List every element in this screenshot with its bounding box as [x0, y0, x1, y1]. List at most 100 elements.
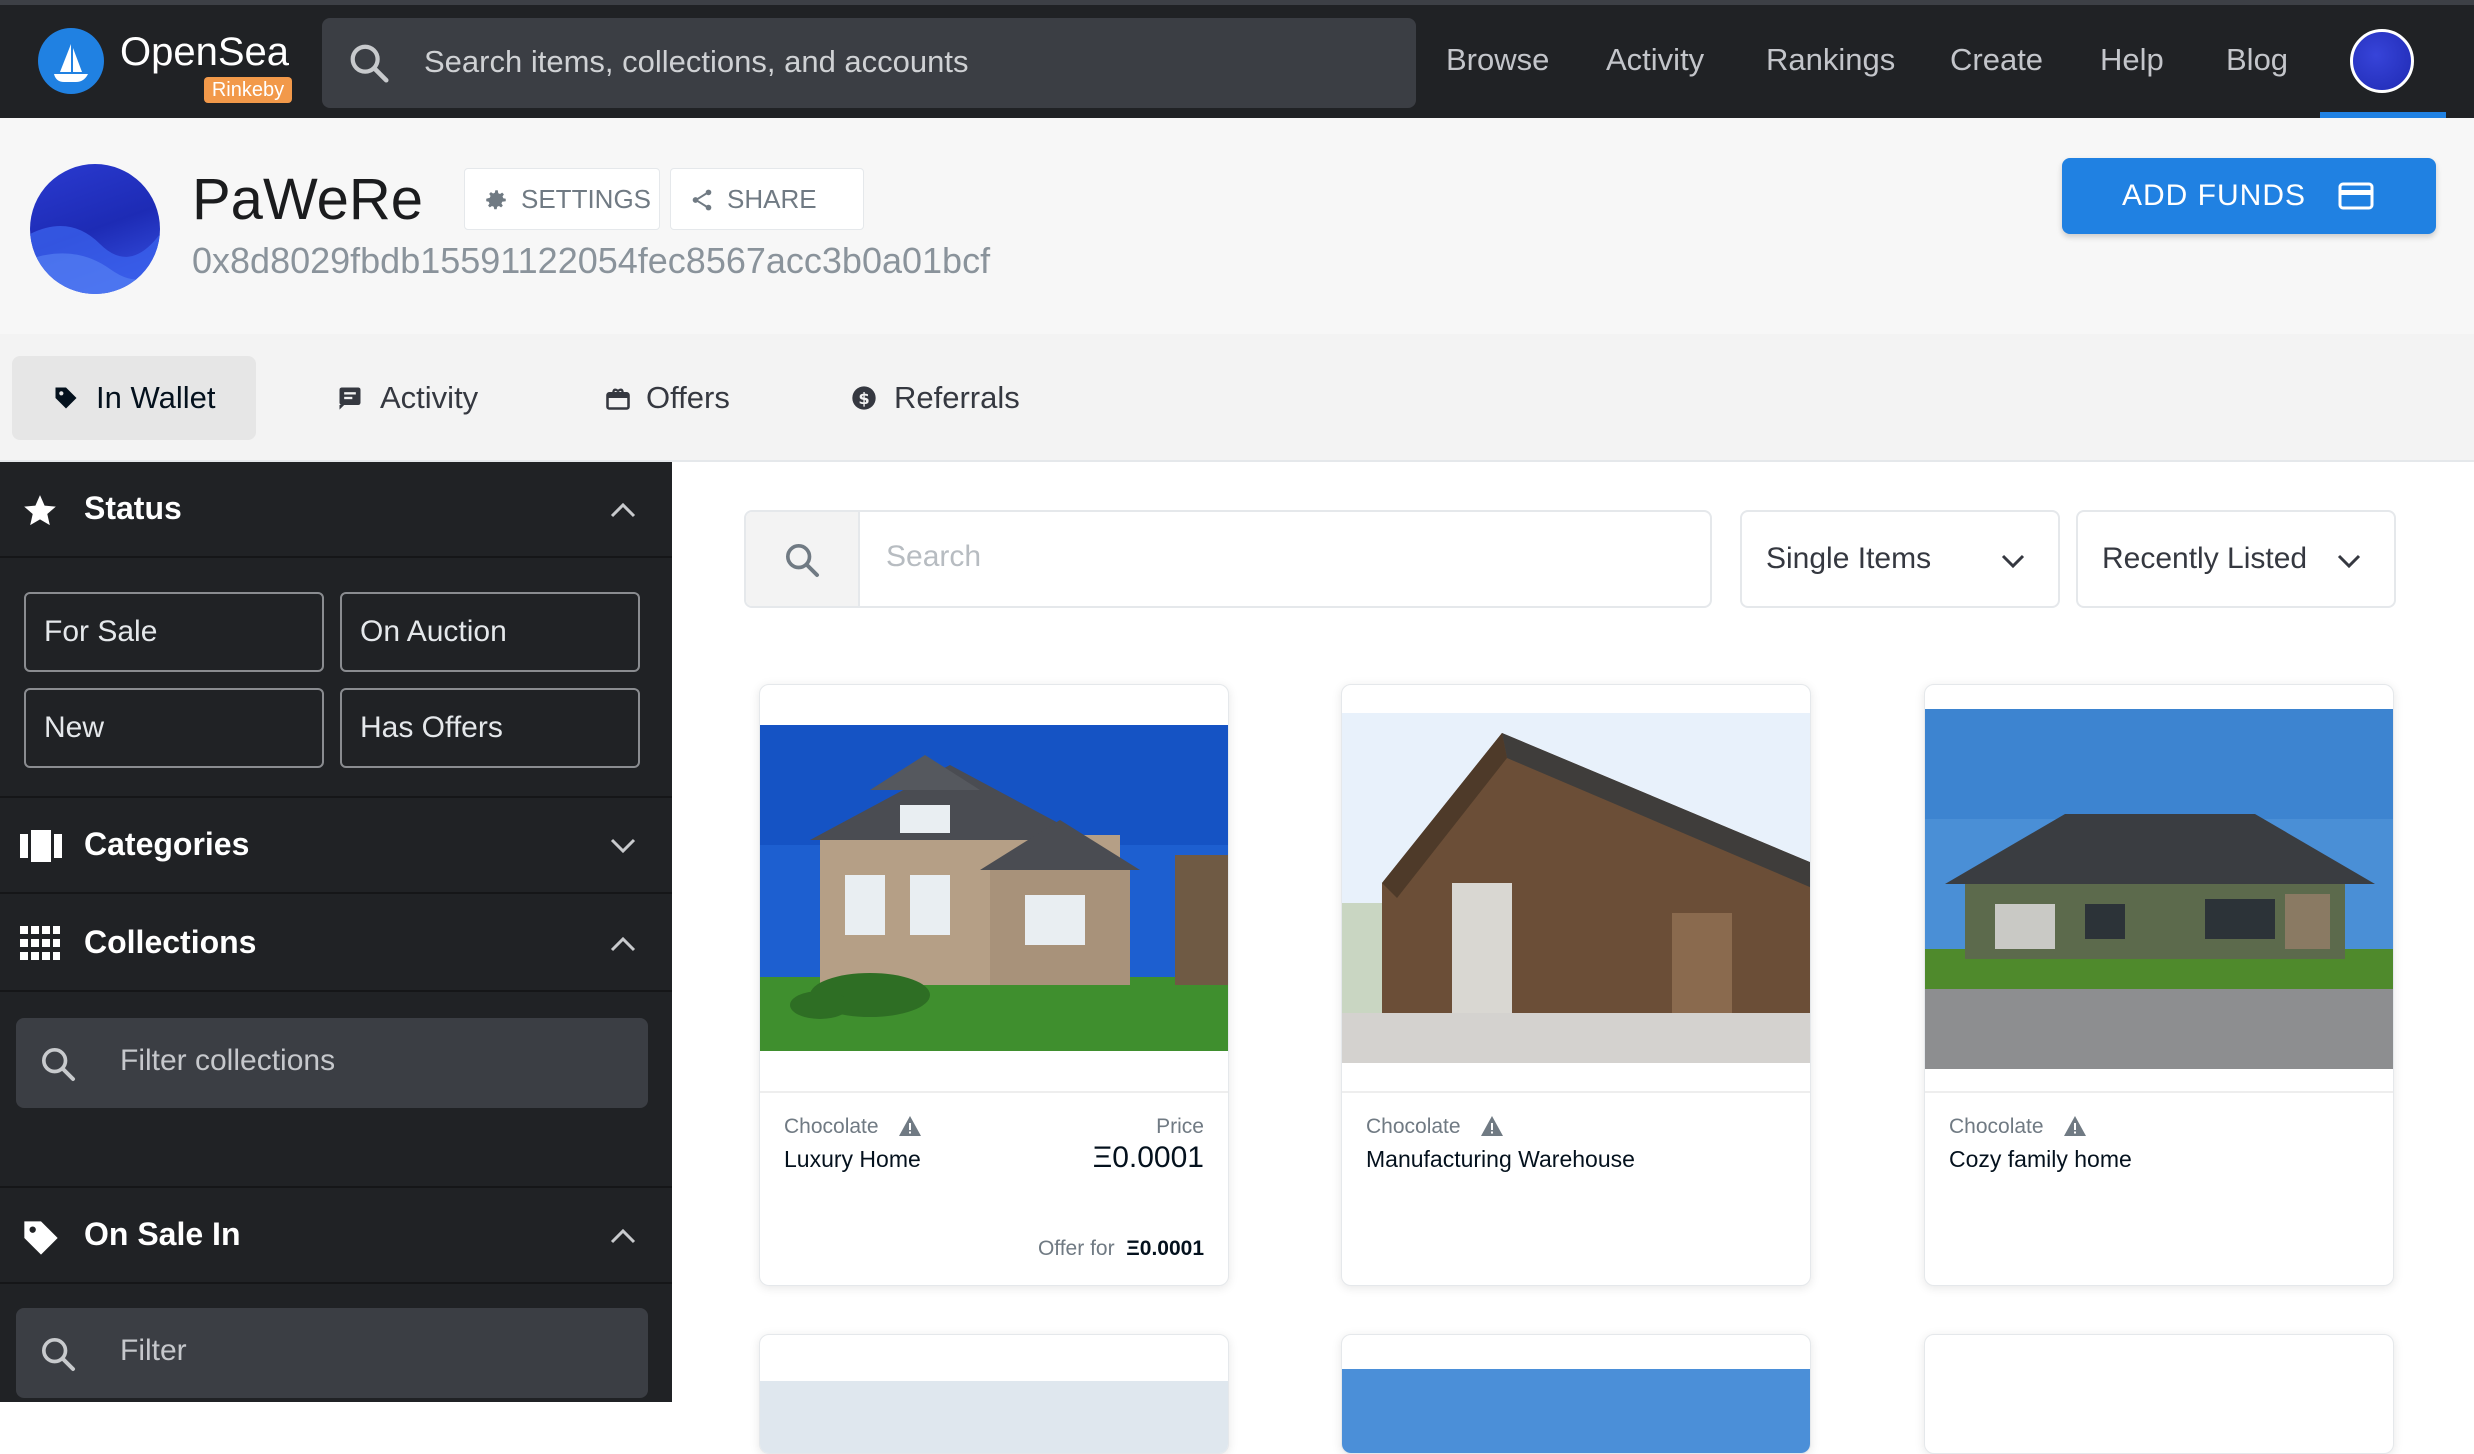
tab-label: Referrals	[894, 380, 1020, 415]
filter-sidebar: Status For Sale On Auction New Has Offer…	[0, 462, 672, 1402]
assets-panel: Search Single Items Recently Listed Choc…	[672, 462, 2474, 1454]
settings-label: SETTINGS	[521, 184, 652, 214]
opensea-logo[interactable]	[38, 28, 104, 94]
asset-price: Ξ0.0001	[1092, 1141, 1204, 1174]
asset-card[interactable]: Chocolate Manufacturing Warehouse	[1341, 684, 1811, 1286]
offers-icon	[606, 388, 630, 410]
chevron-down-icon	[610, 838, 636, 854]
search-icon	[42, 1338, 75, 1371]
status-section-header[interactable]: Status	[0, 462, 672, 558]
asset-search-placeholder: Search	[886, 540, 982, 573]
nav-create[interactable]: Create	[1950, 42, 2043, 78]
nav-activity[interactable]: Activity	[1606, 42, 1704, 78]
offer-label: Offer for	[1037, 1237, 1115, 1260]
asset-card-partial[interactable]	[759, 1334, 1229, 1454]
filter-has-offers[interactable]: Has Offers	[340, 688, 640, 768]
chevron-up-icon	[610, 502, 636, 518]
account-avatar[interactable]	[2350, 29, 2414, 93]
sort-value: Recently Listed	[2102, 542, 2308, 575]
search-icon	[786, 544, 819, 577]
nav-browse[interactable]: Browse	[1446, 42, 1549, 78]
offer-value: Ξ0.0001	[1126, 1237, 1204, 1260]
price-label: Price	[1156, 1115, 1204, 1138]
status-chips: For Sale On Auction New Has Offers	[0, 560, 672, 796]
star-icon	[24, 495, 56, 526]
on-sale-in-section-header[interactable]: On Sale In	[0, 1188, 672, 1284]
tab-in-wallet[interactable]: In Wallet	[12, 356, 256, 440]
filter-new[interactable]: New	[24, 688, 324, 768]
tag-icon	[55, 387, 77, 409]
network-badge: Rinkeby	[204, 77, 292, 103]
grid-icon	[20, 926, 60, 960]
chevron-down-icon	[2337, 554, 2361, 569]
add-funds-label: ADD FUNDS	[2122, 179, 2307, 212]
chevron-up-icon	[610, 1228, 636, 1244]
filter-on-sale-in-input[interactable]: Filter	[16, 1308, 648, 1398]
collections-section-header[interactable]: Collections	[0, 896, 672, 992]
window-top-stripe	[0, 0, 2474, 5]
search-icon	[350, 44, 389, 83]
asset-card[interactable]: Chocolate Luxury Home Price Ξ0.0001 Offe…	[759, 684, 1229, 1286]
share-label: SHARE	[727, 184, 817, 214]
nav-help[interactable]: Help	[2100, 42, 2164, 78]
filter-collections-input[interactable]: Filter collections	[16, 1018, 648, 1108]
top-navbar: OpenSea Rinkeby Search items, collection…	[0, 0, 2474, 118]
warning-icon	[1481, 1116, 1503, 1136]
global-search-input[interactable]: Search items, collections, and accounts	[322, 18, 1416, 108]
profile-tabs: In Wallet Activity Offers $ Referrals	[0, 334, 2474, 462]
asset-name: Luxury Home	[784, 1146, 921, 1172]
asset-image-partial	[1342, 1369, 1810, 1453]
warning-icon	[2064, 1116, 2086, 1136]
add-funds-button[interactable]: ADD FUNDS	[2062, 158, 2436, 234]
categories-section-header[interactable]: Categories	[0, 798, 672, 894]
brand-name[interactable]: OpenSea	[120, 30, 289, 75]
on-sale-in-title: On Sale In	[84, 1216, 241, 1252]
nav-blog[interactable]: Blog	[2226, 42, 2288, 78]
asset-card[interactable]: Chocolate Cozy family home	[1924, 684, 2394, 1286]
gear-icon	[486, 190, 506, 210]
asset-search-input[interactable]: Search	[744, 510, 1712, 608]
share-button[interactable]: SHARE	[670, 168, 864, 230]
asset-image-luxury-home	[760, 725, 1228, 1051]
svg-text:$: $	[858, 389, 869, 408]
asset-image-cozy-family-home	[1925, 709, 2393, 1069]
tab-offers[interactable]: Offers	[598, 356, 758, 440]
filter-collections-placeholder: Filter collections	[120, 1044, 336, 1077]
asset-collection[interactable]: Chocolate	[784, 1115, 879, 1139]
filter-on-auction[interactable]: On Auction	[340, 592, 640, 672]
card-divider	[1342, 1091, 1810, 1093]
asset-name: Manufacturing Warehouse	[1366, 1146, 1635, 1172]
tab-label: Offers	[646, 380, 730, 415]
chevron-down-icon	[2001, 554, 2025, 569]
chevron-up-icon	[610, 936, 636, 952]
wallet-address[interactable]: 0x8d8029fbdb15591122054fec8567acc3b0a01b…	[192, 240, 990, 282]
collections-title: Collections	[84, 924, 257, 960]
share-icon	[692, 189, 712, 211]
item-type-dropdown[interactable]: Single Items	[1740, 510, 2060, 608]
asset-image-partial	[760, 1381, 1228, 1453]
profile-header: PaWeRe 0x8d8029fbdb15591122054fec8567acc…	[0, 118, 2474, 334]
tab-referrals[interactable]: $ Referrals	[848, 356, 1048, 440]
asset-card-partial[interactable]	[1341, 1334, 1811, 1454]
asset-card-partial[interactable]	[1924, 1334, 2394, 1454]
search-button[interactable]	[746, 512, 860, 606]
filter-on-sale-in-placeholder: Filter	[120, 1334, 187, 1367]
asset-collection[interactable]: Chocolate	[1366, 1115, 1461, 1139]
nav-rankings[interactable]: Rankings	[1766, 42, 1895, 78]
filter-for-sale[interactable]: For Sale	[24, 592, 324, 672]
asset-collection[interactable]: Chocolate	[1949, 1115, 2044, 1139]
item-type-value: Single Items	[1766, 542, 1932, 575]
settings-button[interactable]: SETTINGS	[464, 168, 660, 230]
status-title: Status	[84, 490, 182, 526]
search-icon	[42, 1048, 75, 1081]
tab-label: Activity	[380, 380, 479, 415]
asset-image-manufacturing-warehouse	[1342, 713, 1810, 1063]
asset-name: Cozy family home	[1949, 1146, 2132, 1172]
categories-title: Categories	[84, 826, 250, 862]
dollar-coin-icon: $	[852, 386, 876, 410]
sort-dropdown[interactable]: Recently Listed	[2076, 510, 2396, 608]
tag-icon	[24, 1221, 58, 1255]
asset-offer: Offer for Ξ0.0001	[1038, 1237, 1204, 1261]
global-search-placeholder: Search items, collections, and accounts	[424, 44, 969, 79]
tab-activity[interactable]: Activity	[330, 356, 510, 440]
